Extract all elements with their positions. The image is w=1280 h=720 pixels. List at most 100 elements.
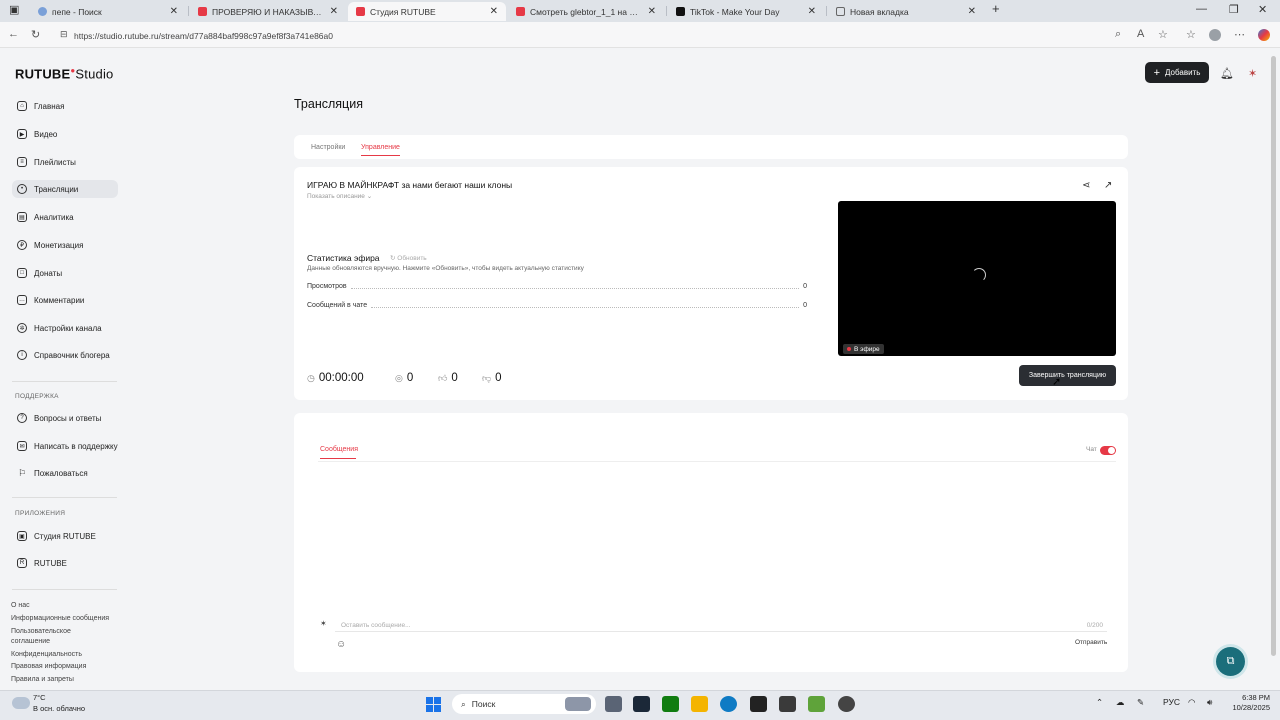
stats-note: Данные обновляются вручную. Нажмите «Обн… [307, 265, 584, 272]
xbox-icon[interactable] [662, 696, 679, 712]
sidebar-item-analytics[interactable]: ▤ Аналитика [12, 208, 118, 226]
sidebar-item-monetization[interactable]: ₽ Монетизация [12, 236, 118, 254]
user-avatar[interactable]: ✶ [1248, 67, 1257, 80]
weather-temp[interactable]: 7°C [33, 693, 46, 702]
tab-actions-icon[interactable]: ▣ [9, 3, 19, 16]
steam-icon[interactable] [633, 696, 650, 712]
new-tab-icon[interactable]: + [992, 1, 1000, 16]
profile-avatar[interactable] [1209, 29, 1221, 41]
volume-icon[interactable]: 🔊︎ [1207, 697, 1212, 708]
tab-separator [188, 6, 189, 16]
end-stream-button[interactable]: Завершить трансляцию [1019, 365, 1116, 386]
sidebar-item-label: Главная [34, 101, 65, 111]
thumbs-up-icon: 👍︎ [438, 372, 448, 383]
browser-tab[interactable]: Смотреть glebtor_1_1 на RUTUB ✕ [508, 2, 664, 21]
pen-icon[interactable]: ✎ [1137, 697, 1144, 708]
sidebar-item-channel-settings[interactable]: ✲ Настройки канала [12, 319, 118, 337]
sidebar-item-comments[interactable]: … Комментарии [12, 291, 118, 309]
favorite-star-icon[interactable]: ☆ [1158, 28, 1168, 41]
footer-link-user-agreement[interactable]: Пользовательское соглашение [11, 627, 91, 647]
chat-message-input[interactable]: Оставить сообщение... 0/200 [335, 620, 1107, 632]
refresh-button[interactable]: ↻ Обновить [390, 254, 427, 262]
tray-chevron-icon[interactable]: ⌃ [1096, 697, 1103, 708]
restore-icon[interactable]: ❐ [1229, 3, 1239, 16]
browser-tab[interactable]: TikTok - Make Your Day ✕ [668, 2, 824, 21]
browser-tab[interactable]: пепе - Поиск ✕ [30, 2, 186, 21]
footer-link-rules[interactable]: Правила и запреты [11, 675, 121, 685]
language-indicator[interactable]: РУС [1163, 697, 1180, 707]
sidebar-item-video[interactable]: ▶ Видео [12, 125, 118, 143]
window-close-icon[interactable]: ✕ [1258, 3, 1267, 16]
minecraft-icon[interactable] [808, 696, 825, 712]
footer-link-legal[interactable]: Правовая информация [11, 662, 121, 672]
footer-link-privacy[interactable]: Конфиденциальность [11, 650, 121, 660]
app-icon[interactable] [779, 696, 796, 712]
footer-link-info-messages[interactable]: Информационные сообщения [11, 614, 121, 624]
stat-value: 0 [803, 282, 807, 290]
support-chat-float-button[interactable]: ⧉ [1216, 647, 1245, 676]
close-icon[interactable]: ✕ [808, 6, 816, 17]
wifi-icon[interactable]: ◠ [1188, 697, 1195, 708]
app-logo[interactable]: RUTUBE●Studio [15, 66, 113, 81]
read-aloud-icon[interactable]: A [1137, 28, 1144, 40]
chat-toggle[interactable] [1100, 446, 1116, 455]
support-section-title: ПОДДЕРЖКА [15, 393, 59, 400]
task-view-icon[interactable] [605, 696, 622, 712]
sidebar-item-write-support[interactable]: ✉ Написать в поддержку [12, 437, 118, 455]
show-description-link[interactable]: Показать описание ⌄ [307, 192, 372, 200]
stream-timer: ◷ 00:00:00 [307, 372, 364, 384]
minimize-icon[interactable]: — [1196, 3, 1207, 15]
add-button[interactable]: + Добавить [1145, 62, 1209, 83]
sidebar-item-complain[interactable]: ⚐ Пожаловаться [12, 464, 118, 482]
sidebar-item-rutube-app[interactable]: R RUTUBE [12, 554, 118, 572]
sidebar-item-faq[interactable]: ? Вопросы и ответы [12, 409, 118, 427]
notifications-bell-icon[interactable]: 🔔︎ [1220, 67, 1234, 80]
favorites-icon[interactable]: ☆ [1186, 28, 1196, 41]
page-scrollbar[interactable] [1268, 48, 1280, 690]
epic-games-icon[interactable] [750, 696, 767, 712]
close-icon[interactable]: ✕ [490, 6, 498, 17]
chat-input-placeholder: Оставить сообщение... [341, 622, 411, 629]
tab-management[interactable]: Управление [361, 144, 400, 151]
browser-tab[interactable]: ПРОВЕРЯЮ И НАКАЗЫВАЮ ОБМ ✕ [190, 2, 346, 21]
close-icon[interactable]: ✕ [968, 6, 976, 17]
windows-start-icon[interactable] [426, 697, 441, 712]
open-external-icon[interactable]: ↗ [1104, 180, 1112, 191]
sidebar-item-playlists[interactable]: ≡ Плейлисты [12, 153, 118, 171]
app-icon[interactable] [838, 696, 855, 712]
sidebar-item-streams[interactable]: • Трансляции [12, 180, 118, 198]
close-icon[interactable]: ✕ [330, 6, 338, 17]
tab-messages[interactable]: Сообщения [320, 446, 358, 453]
tab-settings[interactable]: Настройки [311, 144, 345, 151]
more-menu-icon[interactable]: ⋯ [1234, 28, 1245, 41]
edge-icon[interactable] [720, 696, 737, 712]
share-icon[interactable]: ⋖ [1082, 180, 1090, 191]
url-field[interactable]: https://studio.rutube.ru/stream/d77a884b… [52, 26, 1132, 45]
site-info-icon[interactable]: ⊟ [60, 29, 68, 40]
footer-link-about[interactable]: О нас [11, 601, 121, 611]
sidebar-item-blogger-guide[interactable]: i Справочник блогера [12, 346, 118, 364]
char-counter: 0/200 [1086, 622, 1103, 629]
sidebar-item-label: Комментарии [34, 295, 85, 305]
copilot-icon[interactable] [1258, 29, 1270, 41]
file-explorer-icon[interactable] [691, 696, 708, 712]
studio-app-icon: ▣ [17, 531, 27, 541]
weather-cloud-icon[interactable] [12, 697, 30, 709]
reload-icon[interactable]: ↻ [31, 28, 40, 41]
onedrive-icon[interactable]: ☁ [1116, 697, 1125, 708]
browser-tab-active[interactable]: Студия RUTUBE ✕ [348, 2, 506, 21]
sidebar-item-home[interactable]: ⌂ Главная [12, 97, 118, 115]
sidebar-divider [12, 497, 117, 498]
taskbar-clock[interactable]: 6:38 PM 10/28/2025 [1226, 693, 1270, 713]
sidebar-item-donations[interactable]: □ Донаты [12, 264, 118, 282]
zoom-icon[interactable]: ⌕ [1115, 28, 1121, 41]
close-icon[interactable]: ✕ [648, 6, 656, 17]
clock-date: 10/28/2025 [1232, 703, 1270, 712]
close-icon[interactable]: ✕ [170, 6, 178, 17]
back-icon[interactable]: ← [8, 28, 19, 40]
browser-tab[interactable]: Новая вкладка ✕ [828, 2, 984, 21]
weather-desc[interactable]: В осн. облачно [33, 704, 85, 713]
emoji-icon[interactable]: ☺ [336, 639, 346, 650]
send-button[interactable]: Отправить [1075, 639, 1107, 646]
sidebar-item-studio-app[interactable]: ▣ Студия RUTUBE [12, 527, 118, 545]
